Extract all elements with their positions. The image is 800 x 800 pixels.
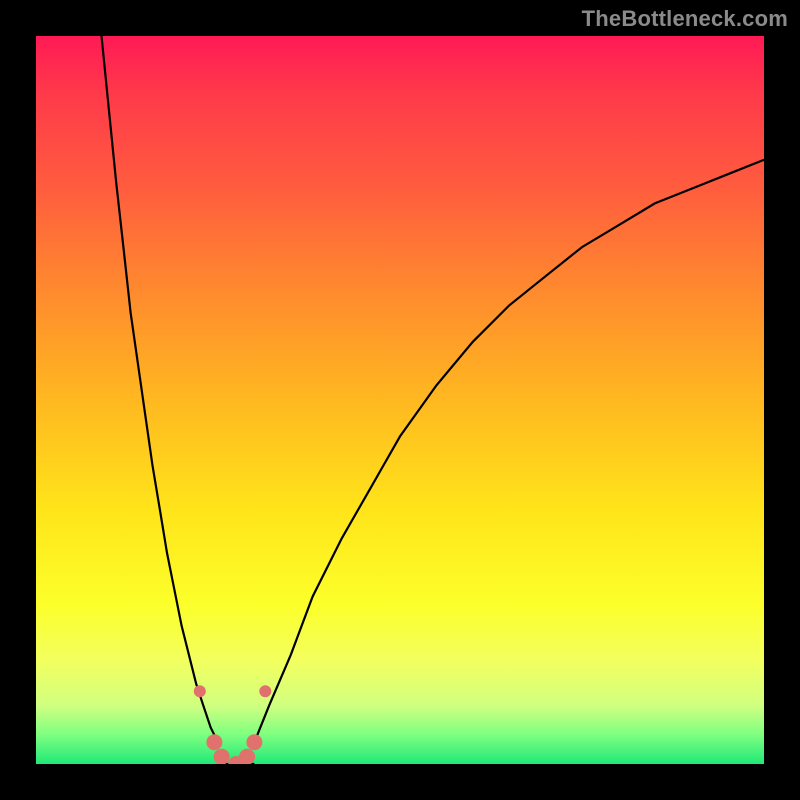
marker-dot xyxy=(194,685,206,697)
markers-group xyxy=(194,685,271,764)
marker-dot xyxy=(259,685,271,697)
marker-dot xyxy=(206,734,222,750)
marker-dot xyxy=(246,734,262,750)
plot-area xyxy=(36,36,764,764)
watermark-text: TheBottleneck.com xyxy=(582,6,788,32)
chart-frame: TheBottleneck.com xyxy=(0,0,800,800)
curve-right xyxy=(254,160,764,742)
curve-group xyxy=(102,36,765,764)
marker-dot xyxy=(214,749,230,764)
curve-svg xyxy=(36,36,764,764)
marker-dot xyxy=(239,749,255,764)
curve-left xyxy=(102,36,219,742)
